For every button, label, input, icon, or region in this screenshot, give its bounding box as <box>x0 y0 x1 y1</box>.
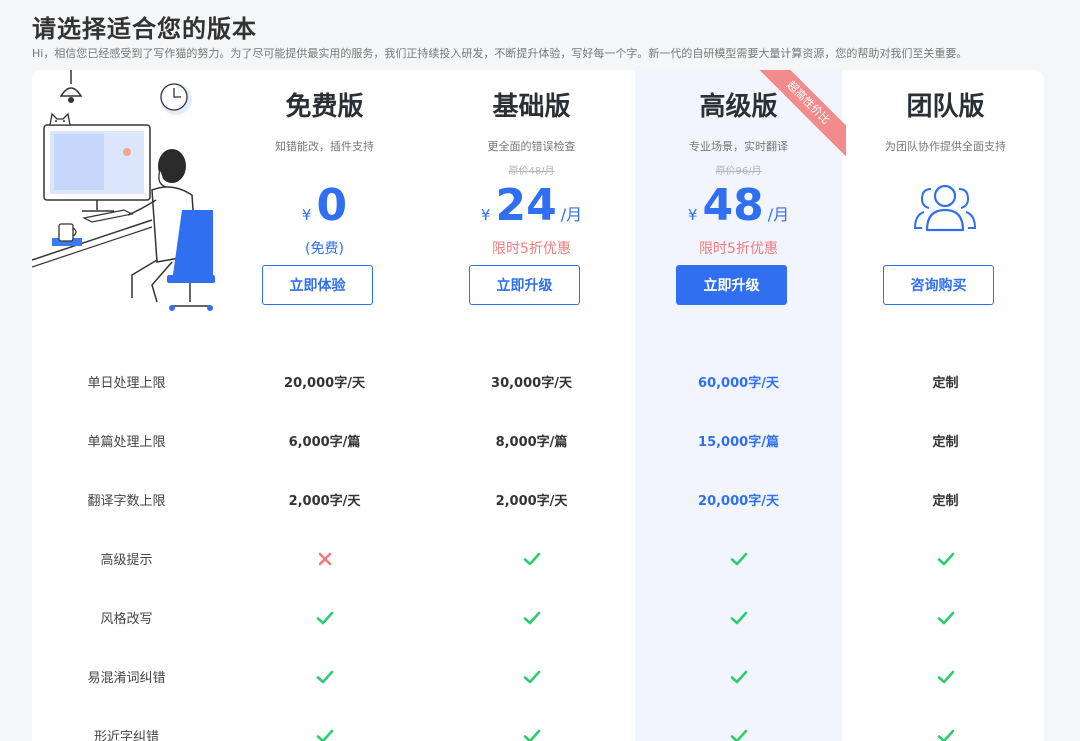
feature-row: 形近字纠错 <box>32 706 1044 741</box>
feature-label: 风格改写 <box>100 612 153 627</box>
price-value: 0 <box>316 180 348 231</box>
page-subtitle: Hi，相信您已经感受到了写作猫的努力。为了尽可能提供最实用的服务，我们正持续投入… <box>32 47 968 60</box>
check-icon <box>428 647 635 706</box>
plan-price: ¥ 24 /月 <box>428 178 635 234</box>
feature-label: 单篇处理上限 <box>87 435 166 450</box>
feature-value: 60,000字/天 <box>698 376 779 391</box>
feature-value: 定制 <box>932 376 959 391</box>
consult-buy-button[interactable]: 咨询购买 <box>883 265 994 305</box>
try-free-button[interactable]: 立即体验 <box>262 265 373 305</box>
page-title: 请选择适合您的版本 <box>32 15 257 43</box>
currency-symbol: ¥ <box>301 206 312 224</box>
feature-label: 形近字纠错 <box>93 730 159 741</box>
feature-row: 高级提示 <box>32 529 1044 588</box>
price-value: 48 <box>702 180 764 231</box>
feature-row: 单日处理上限 20,000字/天 30,000字/天 60,000字/天 定制 <box>32 352 1044 411</box>
check-icon <box>428 588 635 647</box>
plan-desc: 专业场景，实时翻译 <box>689 140 788 153</box>
check-icon <box>842 588 1044 647</box>
check-icon <box>221 706 428 741</box>
currency-symbol: ¥ <box>480 206 491 224</box>
plan-name: 高级版 <box>699 92 778 122</box>
office-illustration-icon <box>32 70 215 311</box>
plan-desc: 知错能改，插件支持 <box>275 140 374 153</box>
plan-name: 基础版 <box>492 92 571 122</box>
check-icon <box>428 529 635 588</box>
plan-price: ¥ 0 <box>221 178 428 234</box>
feature-label: 高级提示 <box>100 553 153 568</box>
original-price: 原价48/月 <box>508 166 555 177</box>
price-unit: /月 <box>560 205 583 224</box>
promo-text: 限时5折优惠 <box>699 241 778 257</box>
check-icon <box>221 588 428 647</box>
check-icon <box>635 647 842 706</box>
plan-name: 团队版 <box>906 92 985 122</box>
feature-value: 定制 <box>932 494 959 509</box>
feature-label: 单日处理上限 <box>87 376 166 391</box>
feature-value: 2,000字/天 <box>495 494 568 509</box>
check-icon <box>842 647 1044 706</box>
feature-value: 30,000字/天 <box>491 376 572 391</box>
check-icon <box>635 588 842 647</box>
plan-name: 免费版 <box>285 92 364 122</box>
currency-symbol: ¥ <box>687 206 698 224</box>
original-price: 原价96/月 <box>715 166 762 177</box>
check-icon <box>428 706 635 741</box>
upgrade-basic-button[interactable]: 立即升级 <box>469 265 580 305</box>
check-icon <box>635 706 842 741</box>
feature-value: 8,000字/篇 <box>495 435 568 450</box>
feature-row: 翻译字数上限 2,000字/天 2,000字/天 20,000字/天 定制 <box>32 470 1044 529</box>
feature-value: 20,000字/天 <box>698 494 779 509</box>
feature-value: 2,000字/天 <box>288 494 361 509</box>
feature-label: 易混淆词纠错 <box>87 671 166 686</box>
price-unit: /月 <box>767 205 790 224</box>
feature-row: 风格改写 <box>32 588 1044 647</box>
feature-value: 15,000字/篇 <box>698 435 779 450</box>
free-note: (免费) <box>305 241 344 257</box>
plan-price: ¥ 48 /月 <box>635 178 842 234</box>
upgrade-premium-button[interactable]: 立即升级 <box>676 265 787 305</box>
feature-label: 翻译字数上限 <box>87 494 166 509</box>
check-icon <box>842 706 1044 741</box>
team-icon <box>913 184 977 232</box>
pricing-card: 免费版 知错能改，插件支持 ¥ 0 (免费) 立即体验 基础版 更全面的错误检查… <box>32 70 1044 741</box>
feature-row: 单篇处理上限 6,000字/篇 8,000字/篇 15,000字/篇 定制 <box>32 411 1044 470</box>
check-icon <box>842 529 1044 588</box>
check-icon <box>635 529 842 588</box>
feature-value: 6,000字/篇 <box>288 435 361 450</box>
plan-desc: 更全面的错误检查 <box>487 140 576 153</box>
feature-row: 易混淆词纠错 <box>32 647 1044 706</box>
plan-desc: 为团队协作提供全面支持 <box>885 140 1006 153</box>
promo-text: 限时5折优惠 <box>492 241 571 257</box>
cross-icon <box>221 529 428 588</box>
feature-value: 20,000字/天 <box>284 376 365 391</box>
price-value: 24 <box>495 180 557 231</box>
check-icon <box>221 647 428 706</box>
feature-value: 定制 <box>932 435 959 450</box>
